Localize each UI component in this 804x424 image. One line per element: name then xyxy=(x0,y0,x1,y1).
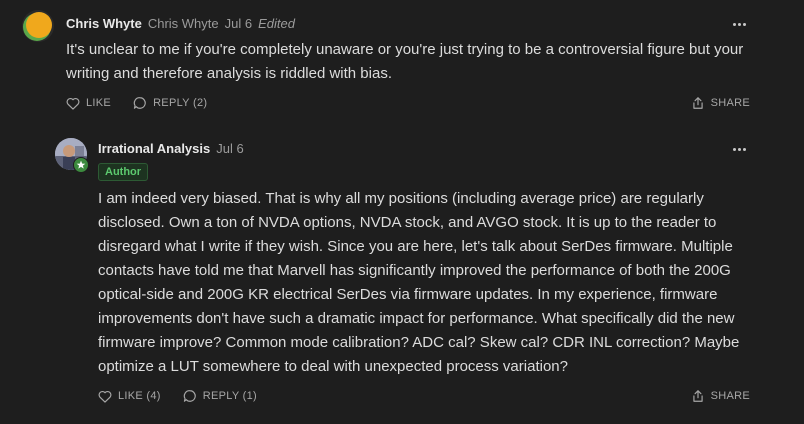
reply-label: REPLY (2) xyxy=(153,97,208,109)
share-icon xyxy=(692,97,703,109)
share-button[interactable]: SHARE xyxy=(691,389,750,403)
speech-bubble-icon xyxy=(133,97,146,109)
edited-label: Edited xyxy=(258,16,295,31)
share-icon xyxy=(692,390,703,402)
comment-header: Irrational Analysis Jul 6 xyxy=(98,141,244,156)
reply-comment: Irrational Analysis Jul 6 Author I am in… xyxy=(0,128,804,424)
reply-button[interactable]: REPLY (2) xyxy=(133,96,207,110)
author-secondary-name: Chris Whyte xyxy=(147,16,219,31)
share-button[interactable]: SHARE xyxy=(691,96,750,110)
more-icon xyxy=(732,22,736,26)
like-label: LIKE xyxy=(86,97,112,109)
comment-body: It's unclear to me if you're completely … xyxy=(66,41,744,82)
comment-date[interactable]: Jul 6 xyxy=(216,141,243,156)
like-button[interactable]: LIKE (4) xyxy=(98,390,161,403)
author-name[interactable]: Irrational Analysis xyxy=(98,141,210,156)
heart-icon xyxy=(66,97,80,110)
author-name[interactable]: Chris Whyte xyxy=(66,16,142,31)
comment-header: Chris Whyte Chris Whyte Jul 6 Edited xyxy=(66,16,295,31)
speech-bubble-icon xyxy=(183,390,196,402)
share-label: SHARE xyxy=(710,97,750,109)
comment-actions: LIKE REPLY (2) xyxy=(66,96,207,110)
more-icon xyxy=(732,147,736,151)
share-label: SHARE xyxy=(710,390,750,402)
avatar[interactable] xyxy=(55,138,89,173)
heart-icon xyxy=(98,390,112,403)
star-icon xyxy=(73,157,89,173)
comment-body: I am indeed very biased. That is why all… xyxy=(98,190,740,375)
author-badge: Author xyxy=(98,163,149,181)
more-options-button[interactable] xyxy=(732,142,746,156)
avatar-image xyxy=(22,10,54,42)
like-button[interactable]: LIKE xyxy=(66,97,111,110)
reply-button[interactable]: REPLY (1) xyxy=(183,389,257,403)
avatar[interactable] xyxy=(22,10,54,42)
comment: Chris Whyte Chris Whyte Jul 6 Edited It'… xyxy=(0,0,804,120)
comment-date[interactable]: Jul 6 xyxy=(225,16,252,31)
reply-label: REPLY (1) xyxy=(202,390,258,402)
comment-actions: LIKE (4) REPLY (1) xyxy=(98,389,257,403)
more-options-button[interactable] xyxy=(732,17,746,31)
like-label: LIKE (4) xyxy=(118,390,161,402)
